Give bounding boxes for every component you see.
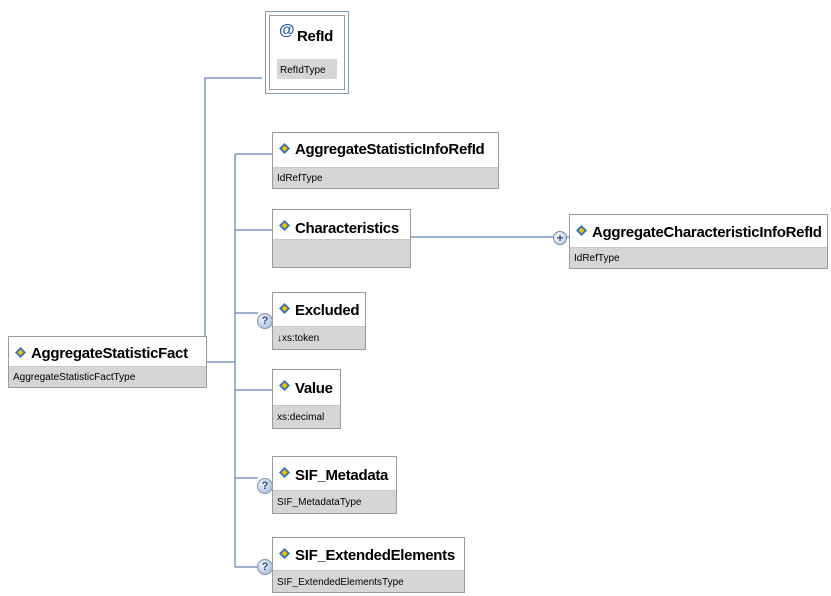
- element-icon: [279, 467, 290, 478]
- child-type: ↓xs:token: [277, 333, 320, 344]
- element-icon: [15, 347, 26, 358]
- element-icon: [576, 225, 587, 236]
- expand-icon[interactable]: +: [553, 231, 567, 245]
- child-name: Value: [295, 380, 333, 397]
- attribute-type: RefIdType: [280, 65, 326, 76]
- element-icon: [279, 143, 290, 154]
- child-type: IdRefType: [277, 173, 323, 184]
- child-node-sif-extended-elements[interactable]: SIF_ExtendedElements SIF_ExtendedElement…: [272, 537, 465, 593]
- sub-child-node-aggregate-characteristic-info-refid[interactable]: AggregateCharacteristicInfoRefId IdRefTy…: [569, 214, 828, 269]
- optional-icon: ?: [257, 478, 273, 494]
- connector-lines: [204, 77, 569, 568]
- sub-child-type: IdRefType: [574, 253, 620, 264]
- child-name: SIF_Metadata: [295, 467, 389, 484]
- child-node-value[interactable]: Value xs:decimal: [272, 369, 341, 429]
- child-name: Excluded: [295, 302, 360, 319]
- element-icon: [279, 220, 290, 231]
- element-icon: [279, 303, 290, 314]
- element-icon: [279, 380, 290, 391]
- child-type: SIF_ExtendedElementsType: [277, 577, 404, 588]
- element-icon: [279, 548, 290, 559]
- attribute-name: RefId: [297, 28, 334, 45]
- child-name: AggregateStatisticInfoRefId: [295, 141, 485, 158]
- child-node-excluded[interactable]: Excluded ↓xs:token: [272, 292, 366, 350]
- root-element-node[interactable]: AggregateStatisticFact AggregateStatisti…: [8, 336, 207, 388]
- child-name: SIF_ExtendedElements: [295, 547, 455, 564]
- attribute-node-refid[interactable]: @ RefId RefIdType: [265, 11, 349, 94]
- child-node-aggregate-statistic-info-refid[interactable]: AggregateStatisticInfoRefId IdRefType: [272, 132, 499, 189]
- child-name: Characteristics: [295, 220, 399, 237]
- sub-child-name: AggregateCharacteristicInfoRefId: [592, 224, 822, 241]
- child-node-sif-metadata[interactable]: SIF_Metadata SIF_MetadataType: [272, 456, 397, 514]
- optional-icon: ?: [257, 559, 273, 575]
- child-type: SIF_MetadataType: [277, 497, 362, 508]
- root-element-name: AggregateStatisticFact: [31, 345, 188, 362]
- root-element-type: AggregateStatisticFactType: [13, 372, 136, 383]
- attribute-icon: @: [279, 22, 295, 39]
- child-node-characteristics[interactable]: Characteristics: [272, 209, 411, 268]
- child-type: xs:decimal: [277, 412, 325, 423]
- optional-icon: ?: [257, 313, 273, 329]
